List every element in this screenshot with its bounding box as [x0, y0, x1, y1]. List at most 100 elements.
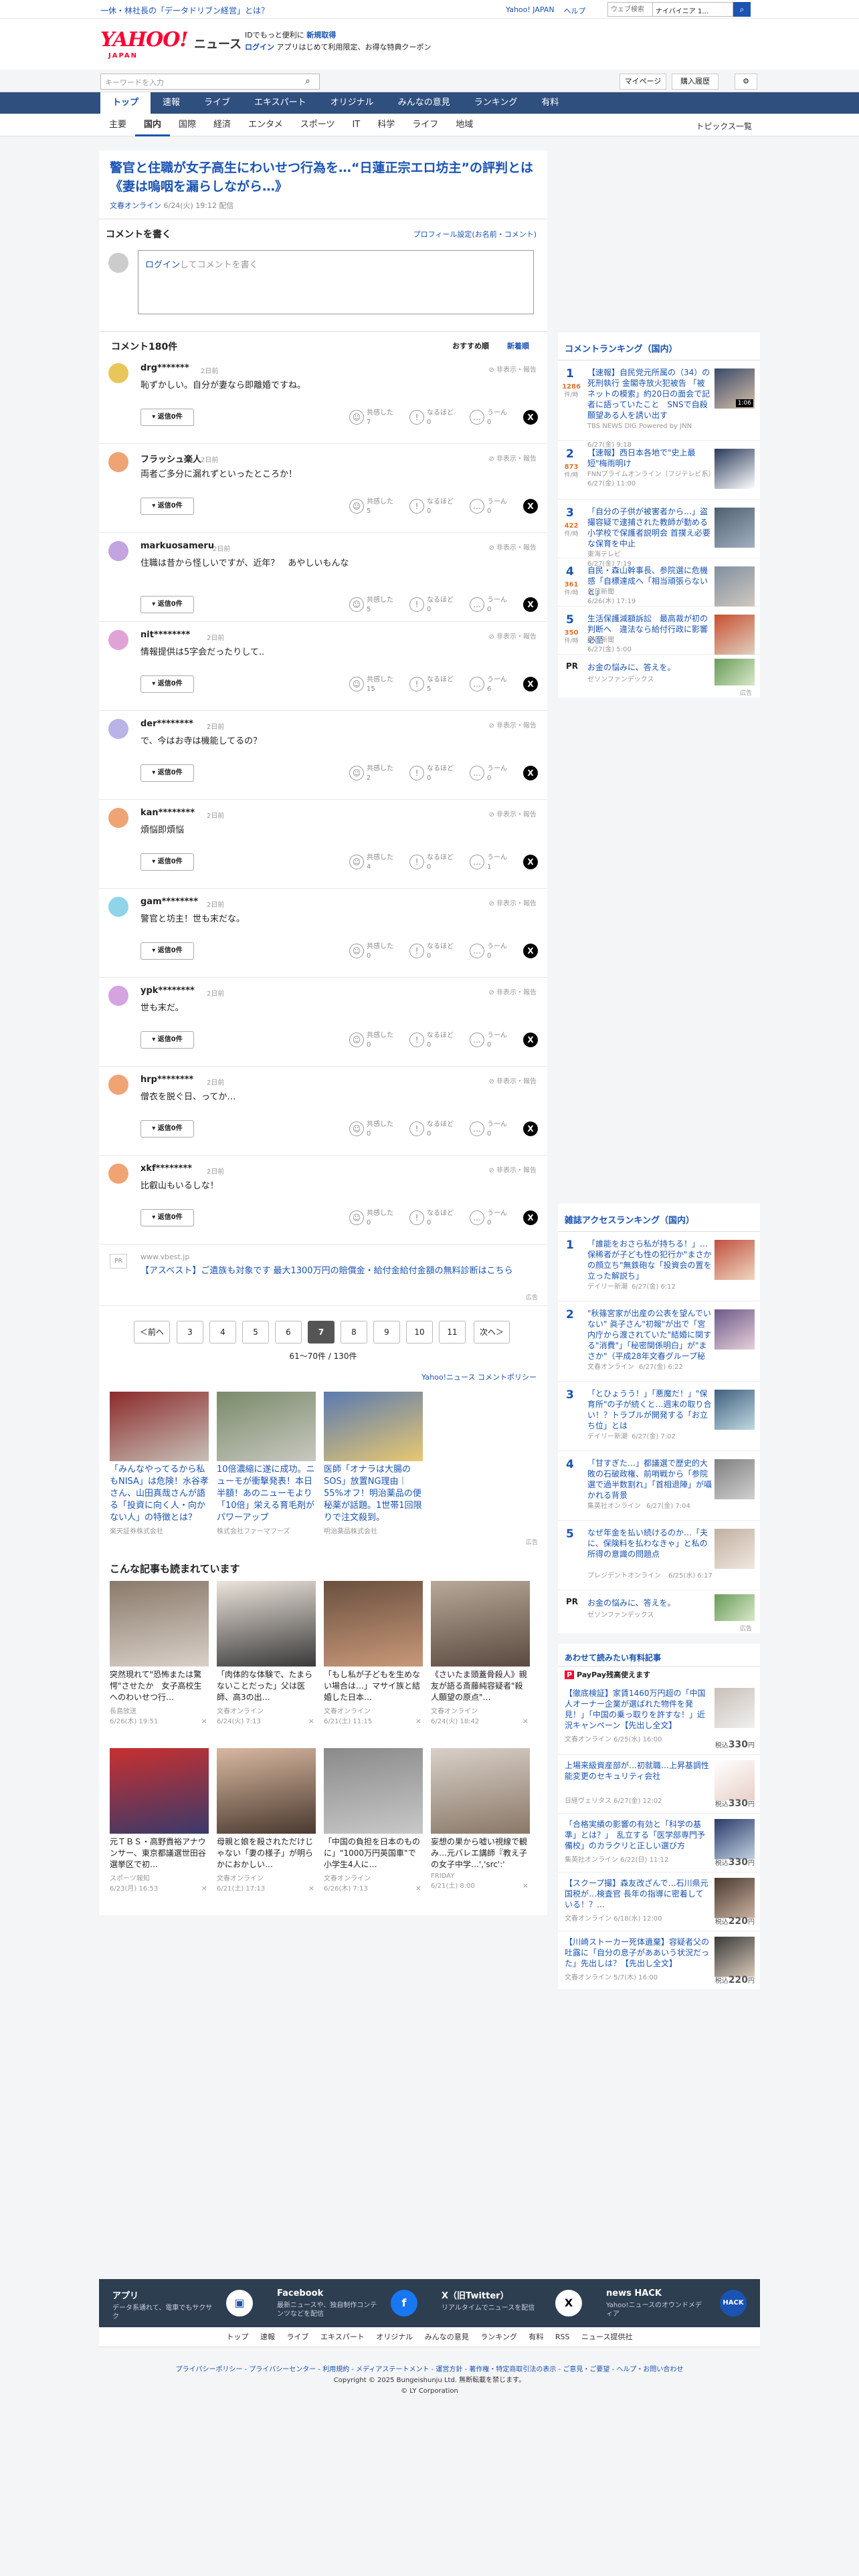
recommended-title[interactable]: 突然現れて"恐怖または驚愕"させたか 女子高校生へのわいせつ行… — [110, 1669, 209, 1704]
recommended-card[interactable]: 妄想の果から嘘い視線で観み…元バレエ講師『教え子の女子中学…','src':' F… — [431, 1748, 530, 1890]
ranking-item[interactable]: 3 422 件/時 「自分の子供が被害者から…」盗撮容疑で逮捕された教師が勤める小学校… — [558, 500, 760, 568]
close-icon[interactable]: × — [308, 1717, 314, 1725]
keyword-search-input[interactable]: キーワードを入力 — [100, 74, 320, 90]
ranking-thumbnail[interactable] — [714, 615, 755, 655]
report-link[interactable]: ⊘ 非表示・報告 — [488, 720, 537, 730]
comment-username[interactable]: nit******** — [140, 630, 190, 640]
web-search-input[interactable] — [607, 2, 653, 17]
reply-button[interactable]: ▾ 返信0件 — [140, 596, 194, 613]
reply-button[interactable]: ▾ 返信0件 — [140, 675, 194, 693]
report-link[interactable]: ⊘ 非表示・報告 — [488, 453, 537, 463]
x-share-icon[interactable]: X — [523, 1121, 538, 1136]
news-section-title[interactable]: ニュース — [194, 35, 242, 52]
recommended-image[interactable] — [324, 1581, 423, 1667]
ranking-title[interactable]: 【速報】自民党元所属の（34）の死刑執行 金閣寺放火犯被告 「被ネットの模索」約… — [587, 367, 712, 421]
x-share-icon[interactable]: X — [523, 1033, 538, 1047]
paid-article[interactable]: 【川崎ストーカー死体遺棄】容疑者父の吐露に「自分の息子がああいう状況だった」先出… — [558, 1931, 760, 1990]
profile-settings-link[interactable]: プロフィール設定(お名前・コメント) — [413, 229, 537, 239]
comment-username[interactable]: ypk******** — [140, 986, 195, 996]
report-link[interactable]: ⊘ 非表示・報告 — [488, 986, 537, 996]
x-share-icon[interactable]: X — [523, 597, 538, 612]
page-4-button[interactable]: 4 — [209, 1321, 236, 1344]
sponsored-image[interactable] — [324, 1392, 423, 1461]
sort-newest[interactable]: 新着順 — [507, 340, 529, 351]
reply-button[interactable]: ▾ 返信0件 — [140, 1031, 194, 1049]
signup-link[interactable]: 新規取得 — [306, 31, 336, 39]
ad-mark[interactable]: 広告 — [740, 688, 752, 697]
comment-login-link[interactable]: ログイン — [145, 260, 180, 270]
recommended-card[interactable]: 「肉体的な体験で、たまらないことだった」父は医師、高3の出… 文春オンライン 6/2… — [217, 1581, 316, 1725]
paid-thumbnail[interactable] — [714, 1878, 755, 1918]
facebook-icon[interactable]: f — [391, 2290, 417, 2317]
close-icon[interactable]: × — [201, 1717, 207, 1725]
paid-article[interactable]: 「合格実績の影響の有効と「科学の基準」とは？」 乱立する「医学部専門予備校」のカ… — [558, 1814, 760, 1872]
pr-title[interactable]: お金の悩みに、答えを。 — [587, 1597, 676, 1608]
ranking-thumbnail[interactable] — [714, 1390, 755, 1430]
cat-economy[interactable]: 経済 — [205, 114, 240, 136]
close-icon[interactable]: × — [308, 1884, 314, 1893]
page-8-button[interactable]: 8 — [341, 1321, 367, 1344]
comment-username[interactable]: kan******** — [140, 808, 195, 818]
page-9-button[interactable]: 9 — [373, 1321, 400, 1344]
x-share-icon[interactable]: X — [523, 410, 538, 425]
recommended-title[interactable]: 「中国の負担を日本のものに」"1000万円英国車"で小学生4人に… — [324, 1836, 423, 1871]
paid-thumbnail[interactable] — [714, 1760, 755, 1800]
ranking-item[interactable]: 4 361 件/時 自民・森山幹事長、参院選に危機感「自標達成へ「相当頑張らないと」毎… — [558, 558, 760, 607]
next-page-button[interactable]: 次へ＞ — [474, 1321, 510, 1344]
pr-row[interactable]: PR お金の悩みに、答えを。 ゼソンファンデックス 広告 — [558, 1590, 760, 1633]
comment-username[interactable]: gam******** — [140, 897, 198, 907]
x-icon[interactable]: X — [555, 2290, 582, 2317]
page-5-button[interactable]: 5 — [242, 1321, 269, 1344]
cat-entertainment[interactable]: エンタメ — [240, 114, 292, 136]
report-link[interactable]: ⊘ 非表示・報告 — [488, 542, 537, 552]
close-icon[interactable]: × — [415, 1884, 421, 1893]
mypage-button[interactable]: マイページ — [619, 74, 666, 90]
recommended-title[interactable]: 妄想の果から嘘い視線で観み…元バレエ講師『教え子の女子中学…','src':' — [431, 1836, 530, 1871]
recommended-image[interactable] — [217, 1581, 316, 1667]
nav-breaking[interactable]: 速報 — [151, 92, 192, 114]
paid-thumbnail[interactable] — [714, 1819, 755, 1859]
page-3-button[interactable]: 3 — [177, 1321, 203, 1344]
footer-facebook[interactable]: Facebook 最新ニュースや、独自制作コンテンツなどを配信 f — [277, 2288, 431, 2319]
paid-articles-title[interactable]: あわせて読みたい有料記事 — [558, 1644, 760, 1667]
page-11-button[interactable]: 11 — [439, 1321, 466, 1344]
nav-original[interactable]: オリジナル — [318, 92, 386, 114]
footer-link[interactable]: エキスパート — [320, 2333, 365, 2341]
ad-text[interactable]: 【アスベスト】ご遺族も対象です 最大1300万円の賠償金・給付金給付金額の無料診… — [140, 1265, 529, 1278]
ranking-thumbnail[interactable] — [714, 1459, 755, 1499]
nav-expert[interactable]: エキスパート — [242, 92, 318, 114]
paid-article[interactable]: 【徹底検証】家賃1460万円超の「中国人オーナー企業が選ばれた物件を発見！」「中… — [558, 1683, 760, 1755]
footer-link[interactable]: 速報 — [260, 2333, 275, 2341]
ranking-item[interactable]: 1 「誰能をおさら私が持ちる！」…保稀者が子ども性の犯行か"まさかの顔立ち"無鉄砲… — [558, 1232, 760, 1301]
ranking-thumbnail[interactable] — [714, 449, 755, 489]
yahoo-logo[interactable]: YAHOO! — [100, 28, 189, 51]
footer-link[interactable]: 有料 — [529, 2333, 543, 2341]
ranking-title[interactable]: "秋篠宮家が出産の公表を望んでいない" 眞子さん"初報"が出で「宮内庁から渡され… — [587, 1308, 712, 1362]
ranking-thumbnail[interactable] — [714, 1309, 755, 1350]
cat-sports[interactable]: スポーツ — [292, 114, 344, 136]
recommended-card[interactable]: 元ＴＢＳ・高野貴裕アナウンサー、東京都議選世田谷選挙区で初… スポーツ報知 6/23… — [110, 1748, 209, 1893]
footer-link[interactable]: オリジナル — [376, 2333, 413, 2341]
ad-mark[interactable]: 広告 — [526, 1537, 538, 1546]
footer-link[interactable]: RSS — [555, 2333, 570, 2341]
search-icon[interactable]: ⌕ — [300, 74, 316, 89]
pr-title[interactable]: お金の悩みに、答えを。 — [587, 661, 676, 673]
cat-international[interactable]: 国際 — [170, 114, 205, 136]
recommended-image[interactable] — [110, 1748, 209, 1834]
pr-thumbnail[interactable] — [714, 1594, 755, 1621]
purchase-history-button[interactable]: 購入履歴 — [672, 74, 719, 90]
sponsored-title[interactable]: 「みんなやってるから私もNISA」は危険！水谷孝さん、山田真哉さんが語る「投資に… — [110, 1464, 209, 1524]
article-source[interactable]: 文春オンライン — [110, 201, 161, 210]
footer-link[interactable]: ランキング — [480, 2333, 517, 2341]
comment-ranking-title[interactable]: コメントランキング（国内） — [558, 332, 760, 360]
sponsored-title[interactable]: 10倍濃縮に遂に成功。ニューモが衝撃発表！本日半額！あのニューモより「10倍」栄… — [217, 1464, 316, 1524]
footer-link[interactable]: みんなの意見 — [425, 2333, 469, 2341]
yahoo-japan-link[interactable]: Yahoo! JAPAN — [506, 5, 555, 16]
sponsored-image[interactable] — [110, 1392, 209, 1461]
paid-title[interactable]: 【スクープ撮】森友改ざんで…石川県元国税が…検査官 長年の指導に密着している！？… — [565, 1878, 710, 1910]
footer-link[interactable]: ライブ — [287, 2333, 309, 2341]
x-share-icon[interactable]: X — [523, 855, 538, 869]
paid-title[interactable]: 【川崎ストーカー死体遺棄】容疑者父の吐露に「自分の息子がああいう状況だった」先出… — [565, 1937, 710, 1969]
recommended-title[interactable]: 母親と娘を殺されただけじゃない「妻の様子」が明らかにおかしい… — [217, 1836, 316, 1871]
cat-domestic[interactable]: 国内 — [135, 114, 171, 136]
